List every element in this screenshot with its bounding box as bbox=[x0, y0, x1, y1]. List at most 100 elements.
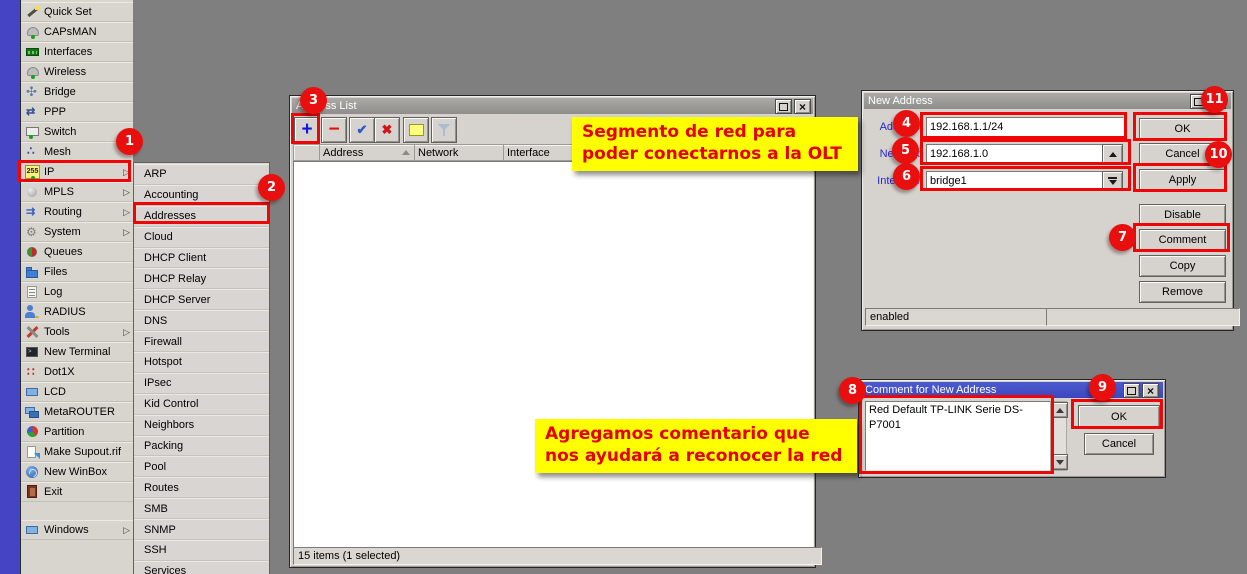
column-header-network[interactable]: Network bbox=[418, 144, 458, 161]
highlight-add-button bbox=[291, 113, 320, 144]
folder-icon bbox=[25, 265, 40, 279]
routing-icon bbox=[25, 205, 40, 219]
tools-icon bbox=[25, 325, 40, 339]
submenu-item-smb[interactable]: SMB bbox=[134, 498, 269, 519]
sidebar-item-capsman[interactable]: CAPsMAN bbox=[21, 22, 133, 42]
sidebar-item-wireless[interactable]: Wireless bbox=[21, 62, 133, 82]
sidebar-item-mpls[interactable]: MPLS▷ bbox=[21, 182, 133, 202]
comment-tool-button[interactable] bbox=[403, 117, 429, 143]
submenu-item-services[interactable]: Services bbox=[134, 561, 269, 574]
comment-cancel-button[interactable]: Cancel bbox=[1084, 433, 1154, 455]
terminal-icon bbox=[25, 345, 40, 359]
winbox-globe-icon bbox=[25, 465, 40, 479]
winbox-app: Quick Set CAPsMAN Interfaces Wireless Br… bbox=[0, 0, 1247, 574]
exit-door-icon bbox=[25, 485, 40, 499]
submenu-item-packing[interactable]: Packing bbox=[134, 436, 269, 457]
highlight-address-field bbox=[920, 112, 1127, 139]
sidebar-item-make-supout[interactable]: Make Supout.rif bbox=[21, 442, 133, 462]
column-header-interface[interactable]: Interface bbox=[507, 144, 550, 161]
copy-button[interactable]: Copy bbox=[1139, 255, 1226, 277]
submenu-item-routes[interactable]: Routes bbox=[134, 477, 269, 498]
submenu-item-ipsec[interactable]: IPsec bbox=[134, 373, 269, 394]
pie-chart-icon bbox=[25, 425, 40, 439]
sidebar-item-log[interactable]: Log bbox=[21, 282, 133, 302]
maximize-icon[interactable] bbox=[775, 99, 792, 114]
step-4-badge: 4 bbox=[893, 110, 920, 137]
sidebar-item-quick-set[interactable]: Quick Set bbox=[21, 2, 133, 22]
step-8-badge: 8 bbox=[839, 377, 866, 404]
remove-button[interactable] bbox=[321, 117, 347, 143]
bridge-icon bbox=[25, 85, 40, 99]
log-icon bbox=[25, 285, 40, 299]
address-list-titlebar[interactable]: Address List bbox=[292, 98, 813, 114]
submenu-item-dns[interactable]: DNS bbox=[134, 310, 269, 331]
highlight-comment-textarea bbox=[859, 395, 1054, 474]
submenu-item-dhcp-server[interactable]: DHCP Server bbox=[134, 289, 269, 310]
maximize-icon[interactable] bbox=[1123, 383, 1140, 398]
antenna-icon bbox=[25, 25, 40, 39]
sidebar-item-dot1x[interactable]: Dot1X bbox=[21, 362, 133, 382]
disable-button[interactable] bbox=[374, 117, 400, 143]
network-card-icon bbox=[25, 45, 40, 59]
sidebar-item-ppp[interactable]: PPP bbox=[21, 102, 133, 122]
highlight-comment-ok bbox=[1071, 399, 1163, 429]
submenu-item-ssh[interactable]: SSH bbox=[134, 540, 269, 561]
window-title: New Address bbox=[868, 95, 933, 107]
antenna-icon bbox=[25, 65, 40, 79]
highlight-addresses-menu bbox=[133, 202, 270, 224]
highlight-ip-menu bbox=[18, 160, 131, 182]
enable-button[interactable] bbox=[349, 117, 375, 143]
submenu-item-pool[interactable]: Pool bbox=[134, 456, 269, 477]
step-1-badge: 1 bbox=[116, 128, 143, 155]
address-list-table[interactable] bbox=[293, 161, 814, 548]
submenu-item-cloud[interactable]: Cloud bbox=[134, 227, 269, 248]
submenu-item-neighbors[interactable]: Neighbors bbox=[134, 415, 269, 436]
sidebar-item-new-winbox[interactable]: New WinBox bbox=[21, 462, 133, 482]
submenu-item-kid-control[interactable]: Kid Control bbox=[134, 394, 269, 415]
sidebar-item-tools[interactable]: Tools▷ bbox=[21, 322, 133, 342]
sidebar-item-lcd[interactable]: LCD bbox=[21, 382, 133, 402]
highlight-apply-button bbox=[1133, 163, 1227, 192]
step-9-badge: 9 bbox=[1089, 374, 1116, 401]
ppp-icon bbox=[25, 105, 40, 119]
sidebar-item-interfaces[interactable]: Interfaces bbox=[21, 42, 133, 62]
sidebar-item-files[interactable]: Files bbox=[21, 262, 133, 282]
sidebar-menu: Quick Set CAPsMAN Interfaces Wireless Br… bbox=[20, 0, 133, 574]
close-icon[interactable] bbox=[1142, 383, 1159, 398]
sidebar-item-queues[interactable]: Queues bbox=[21, 242, 133, 262]
sidebar-item-system[interactable]: System▷ bbox=[21, 222, 133, 242]
submenu-arrow-icon: ▷ bbox=[123, 327, 130, 338]
mesh-icon bbox=[25, 145, 40, 159]
sidebar-item-bridge[interactable]: Bridge bbox=[21, 82, 133, 102]
page-arrow-icon bbox=[25, 445, 40, 459]
sidebar-item-metarouter[interactable]: MetaROUTER bbox=[21, 402, 133, 422]
close-icon[interactable] bbox=[794, 99, 811, 114]
sidebar-item-partition[interactable]: Partition bbox=[21, 422, 133, 442]
submenu-item-dhcp-client[interactable]: DHCP Client bbox=[134, 248, 269, 269]
filter-button[interactable] bbox=[431, 117, 457, 143]
submenu-arrow-icon: ▷ bbox=[123, 227, 130, 238]
sidebar-item-windows[interactable]: Windows▷ bbox=[21, 520, 133, 540]
sidebar-item-routing[interactable]: Routing▷ bbox=[21, 202, 133, 222]
double-screen-icon bbox=[25, 405, 40, 419]
submenu-item-arp[interactable]: ARP bbox=[134, 164, 269, 185]
new-address-titlebar[interactable]: New Address bbox=[864, 93, 1231, 109]
submenu-item-snmp[interactable]: SNMP bbox=[134, 519, 269, 540]
submenu-item-firewall[interactable]: Firewall bbox=[134, 331, 269, 352]
sidebar-item-exit[interactable]: Exit bbox=[21, 482, 133, 502]
submenu-arrow-icon: ▷ bbox=[123, 525, 130, 536]
remove-button[interactable]: Remove bbox=[1139, 281, 1226, 303]
step-6-badge: 6 bbox=[893, 163, 920, 190]
highlight-network-field bbox=[920, 139, 1131, 165]
step-7-badge: 7 bbox=[1109, 224, 1136, 251]
sidebar-item-radius[interactable]: RADIUS bbox=[21, 302, 133, 322]
screen-icon bbox=[25, 523, 40, 537]
status-box-secondary bbox=[1046, 308, 1240, 326]
submenu-item-hotspot[interactable]: Hotspot bbox=[134, 352, 269, 373]
sidebar-item-new-terminal[interactable]: New Terminal bbox=[21, 342, 133, 362]
submenu-item-dhcp-relay[interactable]: DHCP Relay bbox=[134, 268, 269, 289]
magic-wand-icon bbox=[25, 5, 40, 19]
column-header-address[interactable]: Address bbox=[323, 144, 363, 161]
mpls-icon bbox=[25, 185, 40, 199]
submenu-arrow-icon: ▷ bbox=[123, 187, 130, 198]
